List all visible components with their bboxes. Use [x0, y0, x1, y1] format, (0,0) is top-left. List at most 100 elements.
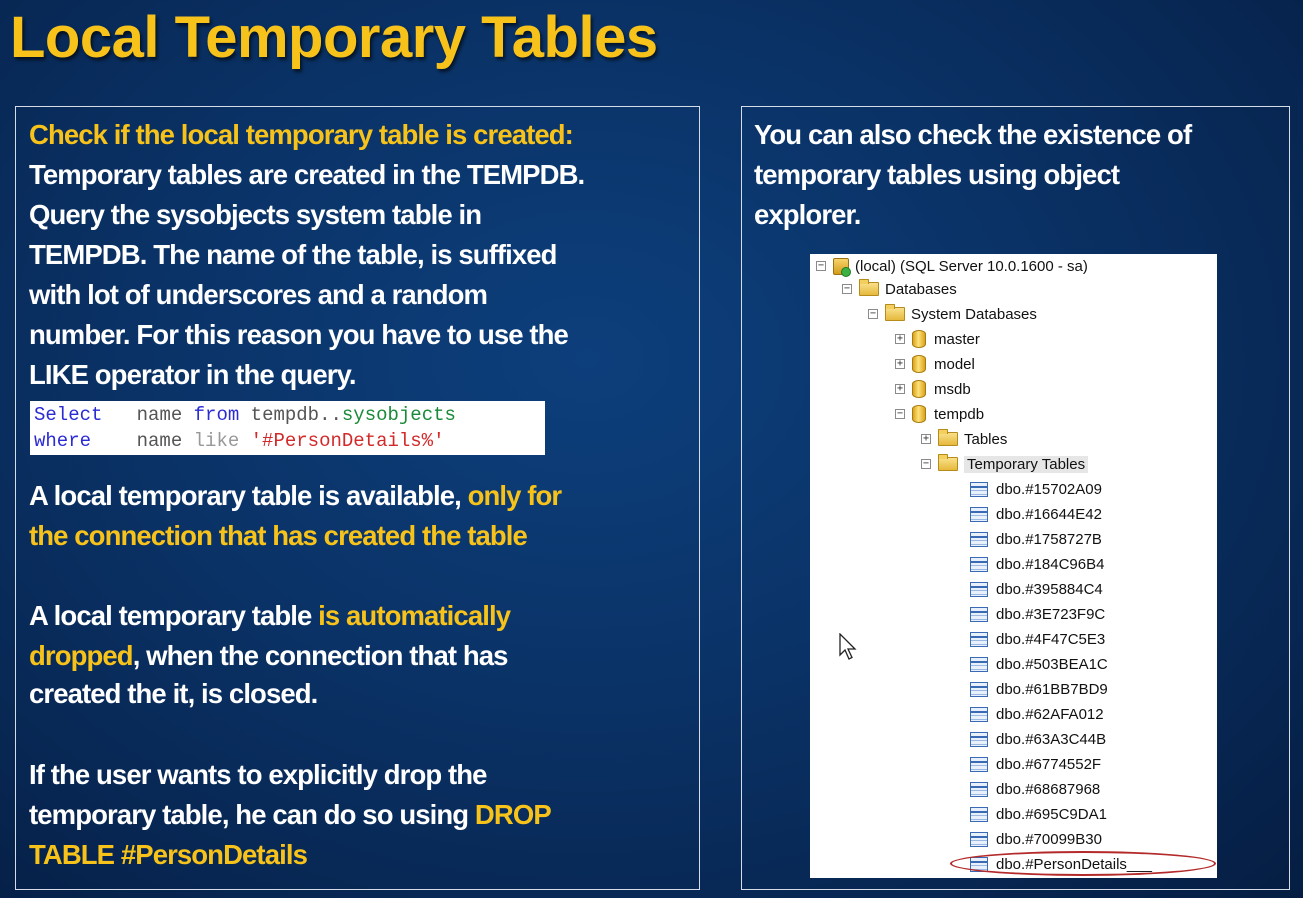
tree-node-temp-table[interactable]: dbo.#1758727B — [970, 527, 1102, 551]
database-icon — [912, 380, 926, 398]
tree-label: dbo.#6774552F — [996, 755, 1102, 773]
code-keyword: Select — [34, 404, 103, 426]
annotation-circle — [950, 851, 1216, 876]
server-icon — [833, 257, 851, 277]
table-icon — [970, 706, 988, 722]
tree-label: (local) (SQL Server 10.0.1600 - sa) — [855, 257, 1088, 275]
expand-icon[interactable]: + — [895, 359, 905, 369]
para3-text: , when the connection that has — [132, 640, 509, 671]
table-icon — [970, 531, 988, 547]
code-column: name — [136, 430, 183, 452]
table-icon — [970, 556, 988, 572]
tree-node-temp-table[interactable]: dbo.#6774552F — [970, 752, 1101, 776]
tree-node-temp-table[interactable]: dbo.#68687968 — [970, 777, 1100, 801]
para1-line: Query the sysobjects system table in — [29, 199, 482, 230]
collapse-icon[interactable]: − — [895, 409, 905, 419]
para4-line2: temporary table, he can do so using DROP — [29, 795, 552, 835]
para4-text: temporary table, he can do so using — [29, 799, 475, 830]
folder-icon — [938, 454, 958, 471]
tree-node-temp-table[interactable]: dbo.#4F47C5E3 — [970, 627, 1105, 651]
tree-node-db[interactable]: + master — [895, 327, 980, 351]
code-line-1: Select name from tempdb..sysobjects — [34, 404, 456, 426]
tree-node-db[interactable]: + msdb — [895, 377, 971, 401]
tree-label: dbo.#70099B30 — [996, 830, 1102, 848]
object-explorer: − (local) (SQL Server 10.0.1600 - sa) − … — [810, 254, 1217, 878]
tree-label: dbo.#503BEA1C — [996, 655, 1108, 673]
tree-label: dbo.#184C96B4 — [996, 555, 1105, 573]
tree-node-databases[interactable]: − Databases — [842, 277, 957, 301]
tree-label: dbo.#62AFA012 — [996, 705, 1104, 723]
folder-icon — [859, 279, 879, 296]
tree-label: tempdb — [934, 405, 985, 423]
table-icon — [970, 806, 988, 822]
tree-node-temp-table[interactable]: dbo.#15702A09 — [970, 477, 1102, 501]
tree-label: dbo.#695C9DA1 — [996, 805, 1107, 823]
tree-node-temp-table[interactable]: dbo.#184C96B4 — [970, 552, 1104, 576]
para2-highlight: only for — [467, 480, 563, 511]
tree-node-temp-table[interactable]: dbo.#3E723F9C — [970, 602, 1105, 626]
tree-node-tempdb[interactable]: − tempdb — [895, 402, 984, 426]
tree-label: dbo.#1758727B — [996, 530, 1102, 548]
code-object: sysobjects — [341, 404, 456, 426]
table-icon — [970, 631, 988, 647]
folder-icon — [938, 429, 958, 446]
tree-label: Databases — [885, 280, 957, 298]
tree-label: System Databases — [911, 305, 1037, 323]
tree-label: dbo.#16644E42 — [996, 505, 1102, 523]
tree-label: dbo.#61BB7BD9 — [996, 680, 1108, 698]
tree-node-temp-table[interactable]: dbo.#70099B30 — [970, 827, 1102, 851]
tree-node-temp-table[interactable]: dbo.#61BB7BD9 — [970, 677, 1108, 701]
tree-node-temp-table[interactable]: dbo.#63A3C44B — [970, 727, 1106, 751]
para1-line: Temporary tables are created in the TEMP… — [29, 159, 585, 190]
right-text-line: You can also check the existence of — [754, 119, 1192, 150]
table-icon — [970, 606, 988, 622]
tree-node-db[interactable]: + model — [895, 352, 975, 376]
table-icon — [970, 756, 988, 772]
tree-label: msdb — [934, 380, 971, 398]
para4-line3: TABLE #PersonDetails — [29, 839, 308, 870]
table-icon — [970, 831, 988, 847]
table-icon — [970, 781, 988, 797]
tree-node-temp-table[interactable]: dbo.#62AFA012 — [970, 702, 1104, 726]
table-icon — [970, 681, 988, 697]
tree-node-temp-table[interactable]: dbo.#395884C4 — [970, 577, 1103, 601]
right-text-line: temporary tables using object — [754, 159, 1120, 190]
code-database: tempdb.. — [250, 404, 342, 426]
para3-line3: created the it, is closed. — [29, 678, 318, 709]
para1-line: with lot of underscores and a random — [29, 279, 488, 310]
database-icon — [912, 355, 926, 373]
code-line-2: where name like '#PersonDetails%' — [34, 430, 445, 452]
tree-label: dbo.#4F47C5E3 — [996, 630, 1106, 648]
collapse-icon[interactable]: − — [816, 261, 826, 271]
table-icon — [970, 656, 988, 672]
expand-icon[interactable]: + — [895, 334, 905, 344]
para2-line1: A local temporary table is available, on… — [29, 476, 563, 516]
tree-label: master — [934, 330, 980, 348]
table-icon — [970, 506, 988, 522]
tree-node-tables[interactable]: + Tables — [921, 427, 1007, 451]
tree-node-temp-table[interactable]: dbo.#503BEA1C — [970, 652, 1108, 676]
tree-node-temp-table[interactable]: dbo.#16644E42 — [970, 502, 1102, 526]
collapse-icon[interactable]: − — [868, 309, 878, 319]
table-icon — [970, 481, 988, 497]
tree-node-system-databases[interactable]: − System Databases — [868, 302, 1037, 326]
tree-node-server[interactable]: − (local) (SQL Server 10.0.1600 - sa) — [816, 254, 1088, 278]
mouse-cursor-icon — [839, 633, 857, 660]
code-operator: like — [193, 430, 240, 452]
code-keyword: from — [193, 404, 240, 426]
para1-line: TEMPDB. The name of the table, is suffix… — [29, 239, 557, 270]
folder-icon — [885, 304, 905, 321]
sql-code-block: Select name from tempdb..sysobjects wher… — [30, 401, 545, 455]
tree-node-temp-table[interactable]: dbo.#695C9DA1 — [970, 802, 1107, 826]
tree-node-temporary-tables[interactable]: − Temporary Tables — [921, 452, 1089, 476]
para4-highlight: DROP — [474, 799, 552, 830]
database-icon — [912, 330, 926, 348]
collapse-icon[interactable]: − — [842, 284, 852, 294]
tree-label: Tables — [964, 430, 1008, 448]
para2-line2: the connection that has created the tabl… — [29, 520, 528, 551]
code-column: name — [136, 404, 183, 426]
expand-icon[interactable]: + — [895, 384, 905, 394]
slide-title: Local Temporary Tables — [10, 5, 658, 70]
expand-icon[interactable]: + — [921, 434, 931, 444]
collapse-icon[interactable]: − — [921, 459, 931, 469]
